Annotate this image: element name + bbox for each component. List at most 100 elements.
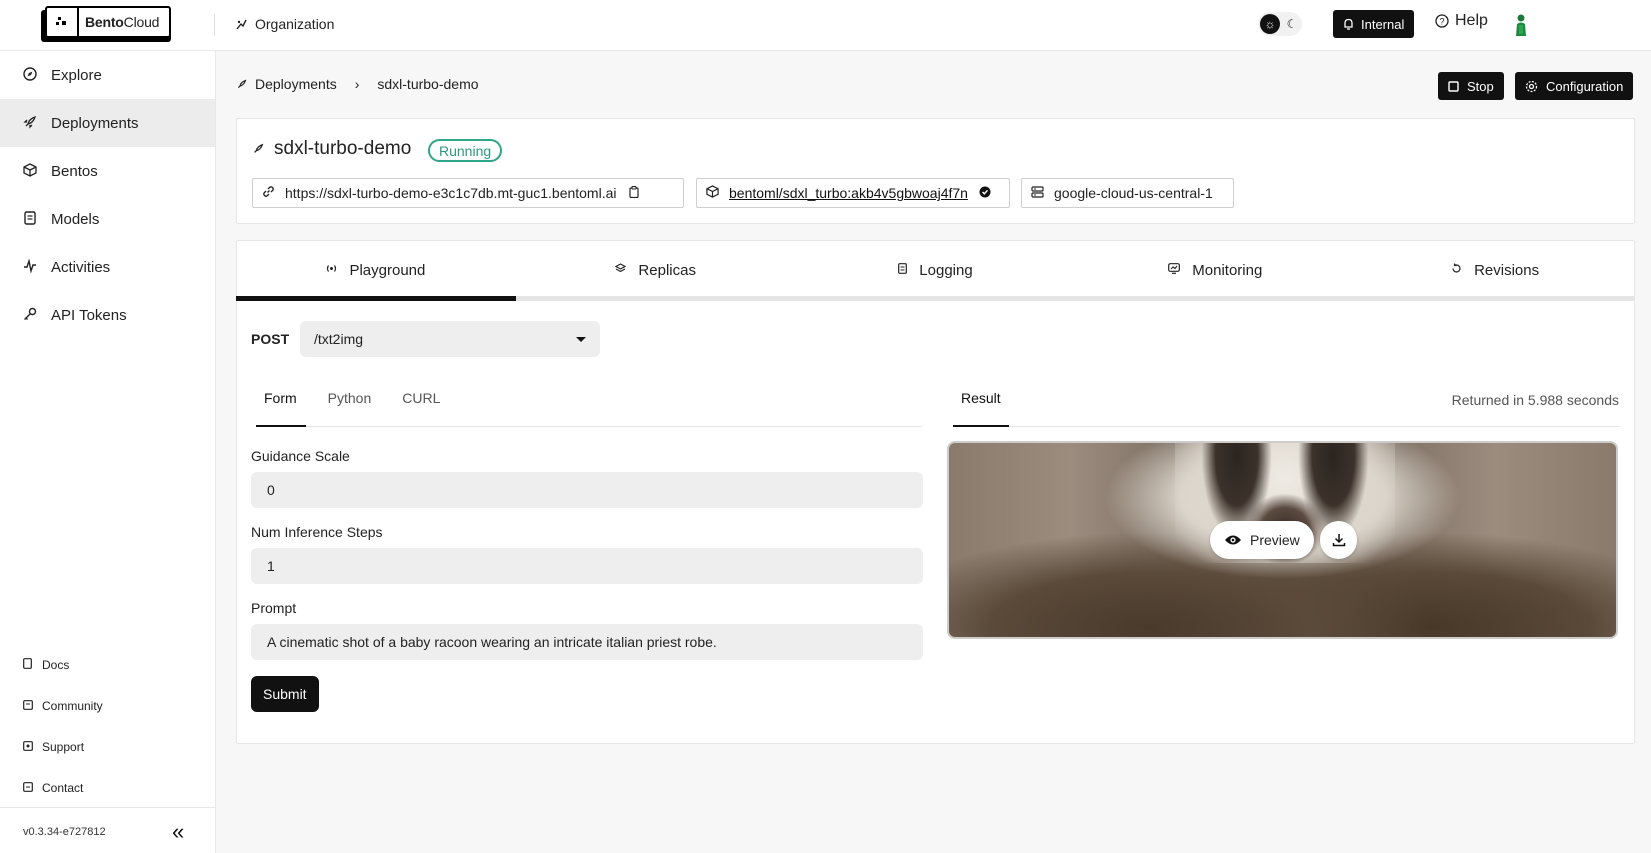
rocket-icon (254, 143, 264, 153)
response-time: Returned in 5.988 seconds (1451, 392, 1619, 408)
help-label: Help (1455, 12, 1488, 29)
tab-monitoring[interactable]: Monitoring (1075, 240, 1355, 300)
tab-label: Replicas (638, 261, 696, 279)
submit-button[interactable]: Submit (251, 676, 319, 712)
cluster-chip: google-cloud-us-central-1 (1021, 178, 1234, 208)
endpoint-url[interactable]: https://sdxl-turbo-demo-e3c1c7db.mt-guc1… (285, 185, 617, 201)
rocket-icon (237, 79, 247, 88)
help-link[interactable]: ? Help (1435, 12, 1488, 30)
sidebar-item-api-tokens[interactable]: API Tokens (0, 291, 215, 339)
bentocloud-logo[interactable]: BentoCloud (41, 6, 171, 42)
tab-logging[interactable]: Logging (796, 240, 1076, 300)
sidebar-item-models[interactable]: Models (0, 195, 215, 243)
guidance-scale-input[interactable]: 0 (251, 472, 923, 508)
stop-icon (1448, 80, 1459, 92)
tab-label: Playground (349, 261, 426, 279)
bell-icon (1344, 18, 1353, 30)
prompt-input[interactable]: A cinematic shot of a baby racoon wearin… (251, 624, 923, 660)
tab-label: Logging (919, 261, 973, 279)
configuration-label: Configuration (1546, 78, 1624, 94)
moon-icon: ☾ (1286, 17, 1298, 31)
inference-steps-input[interactable]: 1 (251, 548, 923, 584)
deployment-name: sdxl-turbo-demo (274, 138, 412, 159)
doc-icon (23, 658, 33, 672)
bento-chip: bentoml/sdxl_turbo:akb4v5gbwoaj4f7n (696, 178, 1010, 208)
community-icon (23, 699, 33, 713)
chevron-right-icon: › (354, 76, 360, 92)
sidebar-item-label: Activities (51, 258, 111, 276)
prompt-label: Prompt (251, 600, 297, 616)
header-divider (214, 14, 215, 36)
layers-icon (615, 263, 627, 277)
breadcrumb-deployments-link[interactable]: Deployments (255, 76, 337, 92)
document-icon (23, 210, 37, 228)
svg-text:?: ? (1439, 17, 1444, 27)
sidebar-item-activities[interactable]: Activities (0, 243, 215, 291)
endpoint-select[interactable]: /txt2img (300, 321, 600, 357)
collapse-sidebar-icon[interactable]: « (172, 819, 185, 845)
link-icon (261, 185, 275, 201)
sidebar-item-label: API Tokens (51, 306, 127, 324)
sidebar-item-label: Explore (51, 66, 102, 84)
tab-replicas[interactable]: Replicas (516, 240, 796, 300)
subtab-curl[interactable]: CURL (394, 390, 448, 426)
monitor-icon (1168, 263, 1181, 277)
request-tabs-divider (256, 426, 922, 427)
log-icon (898, 263, 908, 277)
tab-label: Monitoring (1192, 261, 1263, 279)
internal-button[interactable]: Internal (1333, 10, 1415, 38)
subtab-python[interactable]: Python (320, 390, 380, 426)
download-icon (1332, 534, 1345, 547)
sidebar-item-label: Models (51, 210, 100, 228)
endpoint-select-value: /txt2img (314, 331, 364, 347)
theme-toggle[interactable]: ☼ ☾ (1258, 12, 1302, 36)
box-icon (23, 162, 37, 180)
user-avatar[interactable] (1510, 12, 1532, 36)
footer-label: Community (42, 699, 103, 713)
verified-check-icon (978, 186, 992, 201)
guidance-scale-label: Guidance Scale (251, 448, 350, 464)
sidebar-footer-divider (0, 807, 215, 808)
sidebar-footer-community[interactable]: Community (0, 696, 215, 716)
breadcrumb: Deployments › sdxl-turbo-demo (236, 76, 479, 92)
support-icon (23, 740, 33, 754)
tab-label: Revisions (1474, 261, 1540, 279)
caret-down-icon (576, 336, 586, 342)
sidebar-item-deployments[interactable]: Deployments (0, 99, 215, 147)
internal-label: Internal (1361, 16, 1405, 32)
copy-icon[interactable] (627, 185, 641, 201)
help-icon: ? (1435, 14, 1449, 28)
key-icon (23, 307, 37, 324)
sidebar-footer-support[interactable]: Support (0, 737, 215, 757)
deployment-title: sdxl-turbo-demo (252, 138, 411, 160)
tab-revisions[interactable]: Revisions (1355, 240, 1635, 300)
active-tab-indicator (236, 296, 516, 301)
organization-switcher[interactable]: Organization (236, 16, 334, 32)
sidebar-footer-contact[interactable]: Contact (0, 778, 215, 798)
configuration-button[interactable]: Configuration (1515, 72, 1634, 100)
sidebar-footer-docs[interactable]: Docs (0, 655, 215, 675)
tab-playground[interactable]: Playground (236, 240, 516, 300)
bento-link[interactable]: bentoml/sdxl_turbo:akb4v5gbwoaj4f7n (729, 185, 968, 201)
sidebar-item-bentos[interactable]: Bentos (0, 147, 215, 195)
eye-icon (1225, 535, 1241, 545)
stop-label: Stop (1467, 78, 1494, 94)
compass-icon (23, 66, 37, 84)
top-bar: BentoCloud Organization ☼ ☾ Internal ? H… (0, 0, 1651, 51)
preview-button[interactable]: Preview (1210, 521, 1314, 559)
download-button[interactable] (1320, 521, 1357, 559)
result-tab[interactable]: Result (953, 390, 1009, 426)
result-tabs-divider (953, 426, 1619, 427)
subtab-form[interactable]: Form (256, 390, 305, 426)
box-icon (705, 185, 719, 201)
logo-box: BentoCloud (45, 6, 171, 38)
http-method: POST (251, 331, 290, 347)
stop-button[interactable]: Stop (1438, 72, 1504, 100)
activity-icon (23, 257, 37, 276)
request-tabs: Form Python CURL (256, 390, 463, 426)
sidebar-item-explore[interactable]: Explore (0, 51, 215, 99)
revision-icon (1451, 263, 1462, 277)
footer-label: Docs (42, 658, 70, 672)
cluster-name: google-cloud-us-central-1 (1054, 185, 1213, 201)
sidebar-item-label: Deployments (51, 114, 139, 132)
